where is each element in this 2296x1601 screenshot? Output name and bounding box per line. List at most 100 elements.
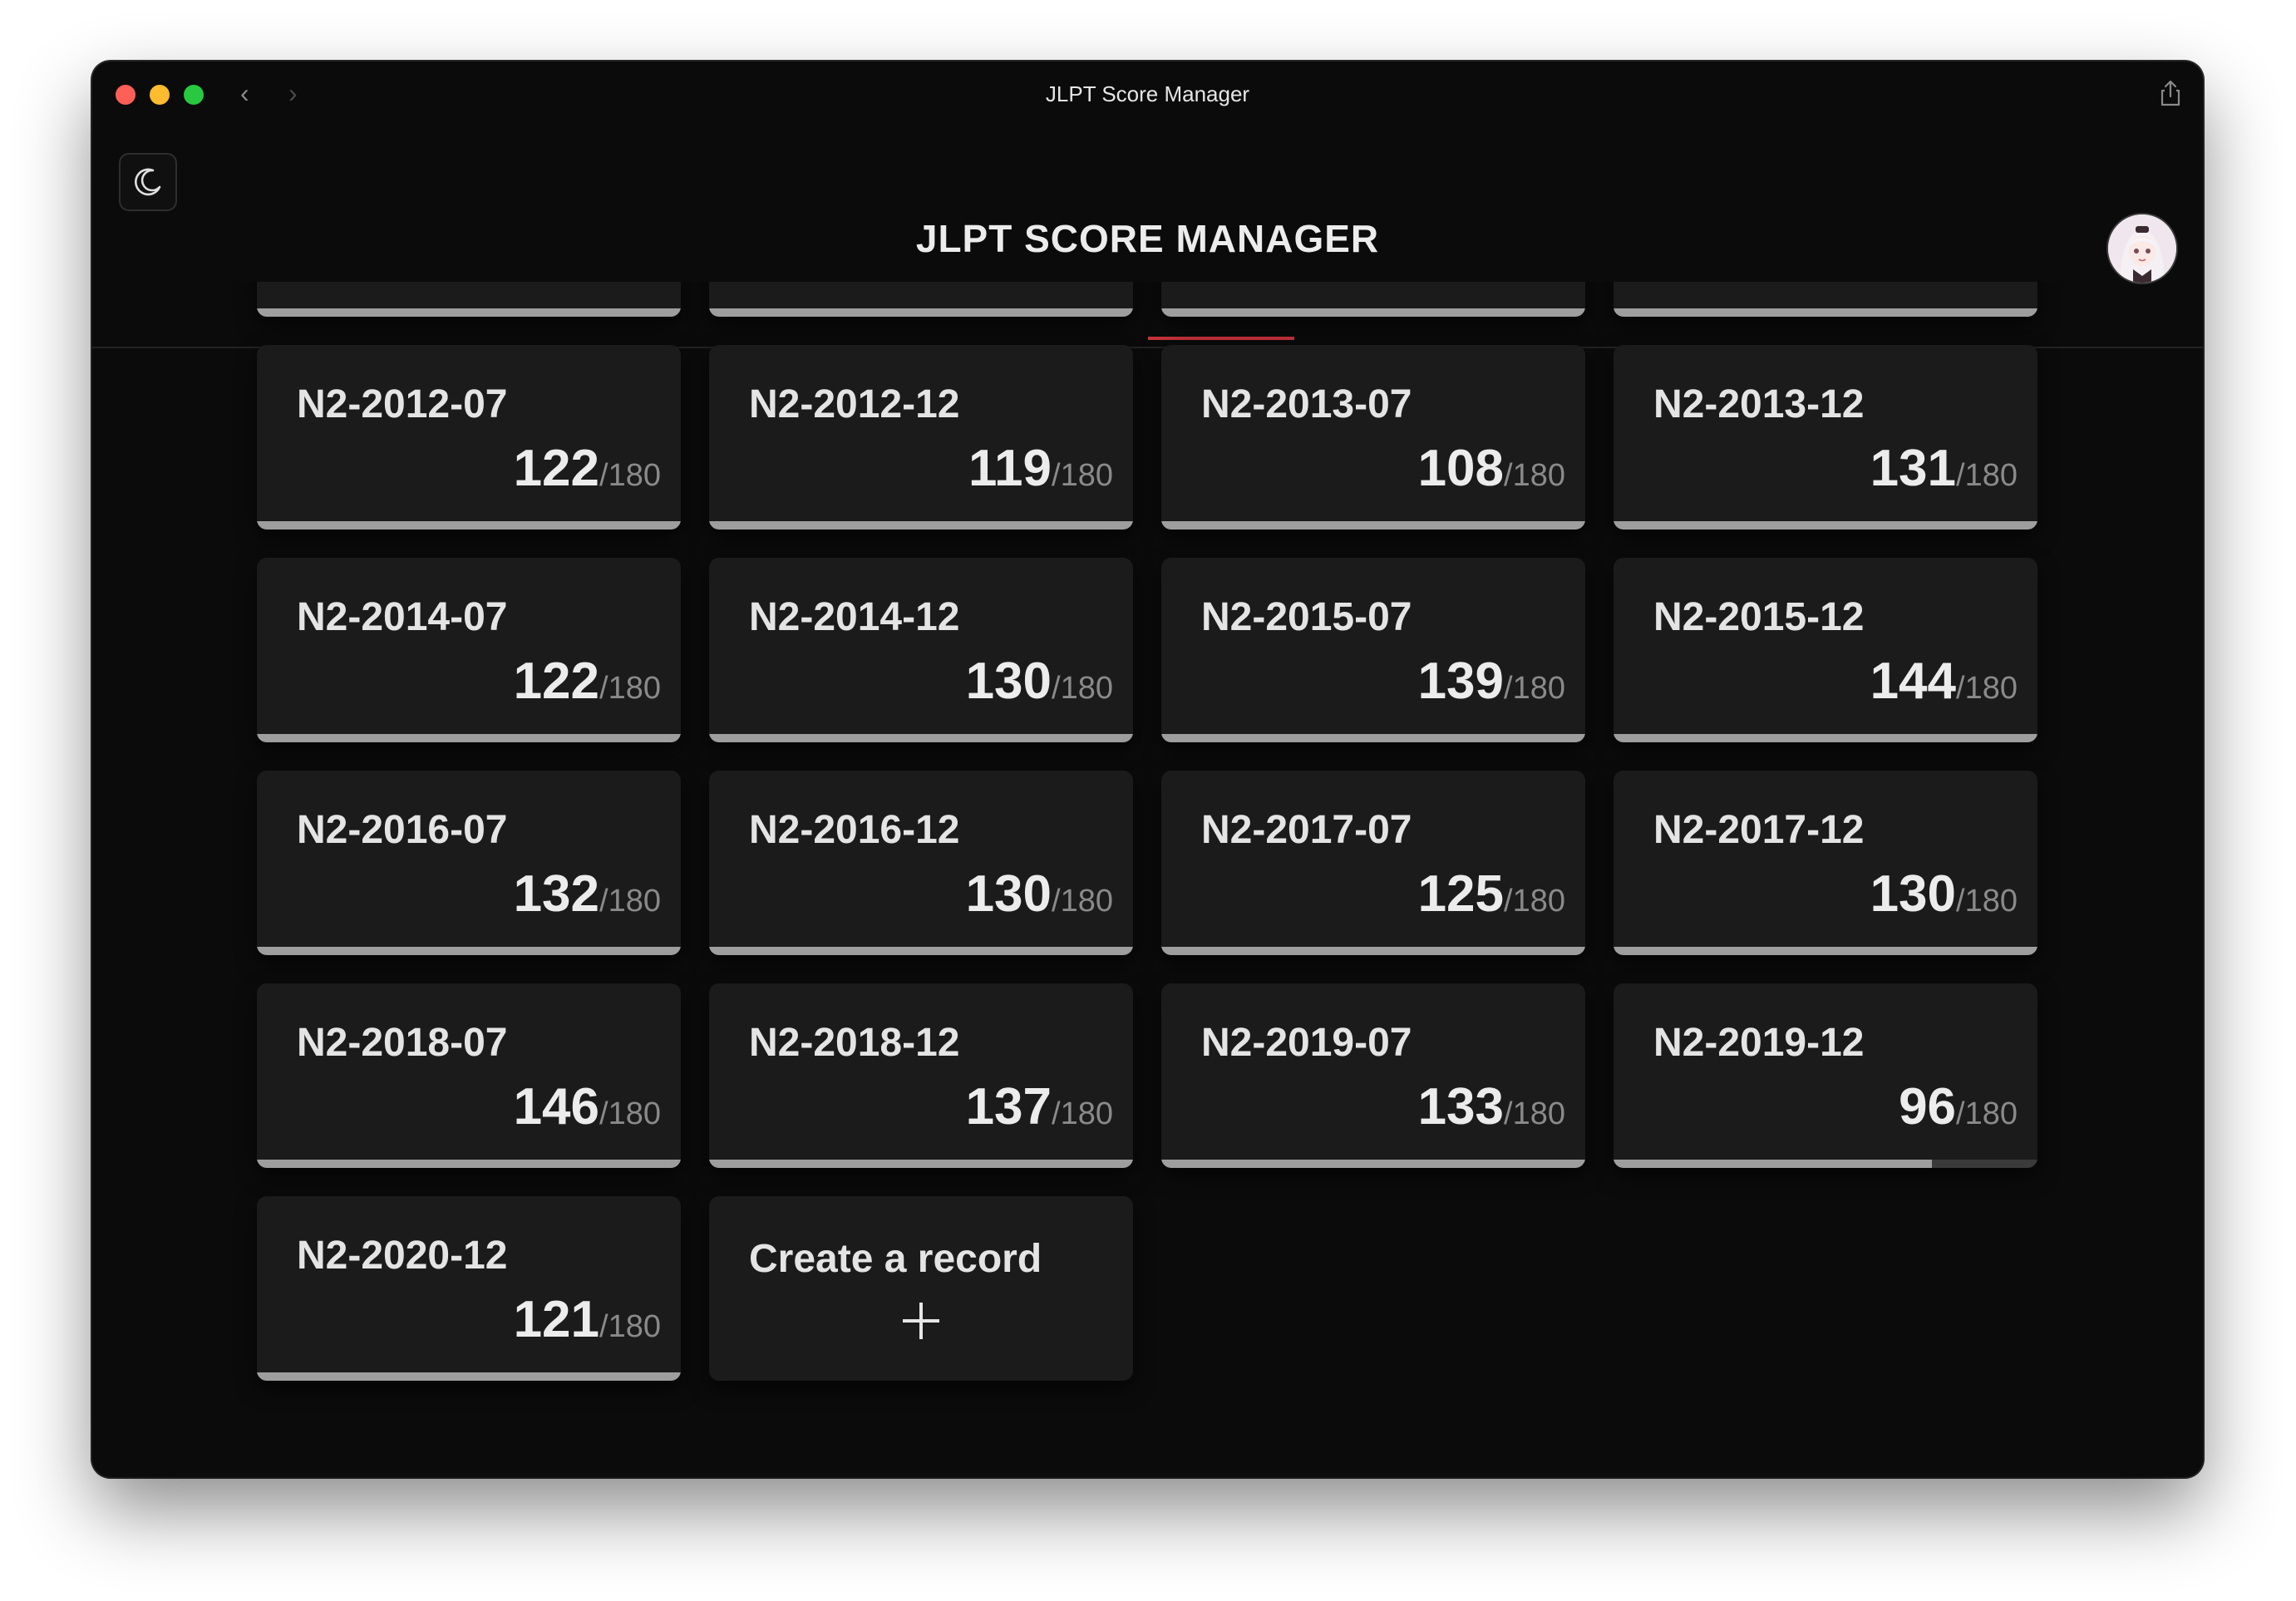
score-value: 130 <box>965 653 1052 710</box>
record-score: 133/180 <box>1418 1077 1565 1136</box>
score-progress-bar <box>1161 947 1585 955</box>
score-value: 96 <box>1899 1078 1957 1135</box>
record-score: 144/180 <box>1870 652 2018 711</box>
score-progress-fill <box>1614 947 2037 955</box>
score-max: /180 <box>599 884 661 919</box>
record-name: N2-2019-12 <box>1653 1021 1865 1065</box>
record-score: 108/180 <box>1418 439 1565 498</box>
score-card[interactable]: N2-2014-07 122/180 <box>257 558 681 742</box>
score-card[interactable]: N2-2012-07 122/180 <box>257 345 681 530</box>
score-card[interactable]: 115/180 <box>709 282 1133 317</box>
score-value: 108 <box>1417 440 1505 497</box>
record-score: 122/180 <box>514 652 661 711</box>
record-name: N2-2016-12 <box>749 808 960 852</box>
score-value: 113 <box>1873 282 1956 284</box>
avatar[interactable] <box>2106 213 2178 284</box>
score-progress-bar <box>1161 521 1585 530</box>
record-name: N2-2015-12 <box>1653 595 1865 639</box>
score-value: 122 <box>513 440 600 497</box>
record-grid: 116/180115/180134/180113/180N2-2012-0712… <box>257 282 2037 1381</box>
score-progress-fill <box>257 947 681 955</box>
score-progress-bar <box>257 521 681 530</box>
score-progress-fill <box>709 521 1133 530</box>
score-progress-bar <box>257 734 681 742</box>
create-record-label: Create a record <box>749 1237 1042 1281</box>
score-card[interactable]: N2-2012-12 119/180 <box>709 345 1133 530</box>
create-record-button[interactable]: Create a record <box>709 1196 1133 1381</box>
score-card[interactable]: 113/180 <box>1614 282 2037 317</box>
score-progress-fill <box>1614 308 2037 317</box>
score-max: /180 <box>1052 458 1113 493</box>
record-score: 125/180 <box>1418 865 1565 924</box>
score-progress-bar <box>709 308 1133 317</box>
score-progress-bar <box>1614 308 2037 317</box>
score-max: /180 <box>1504 458 1565 493</box>
score-value: 134 <box>1418 282 1504 284</box>
score-value: 144 <box>1870 653 1957 710</box>
record-score: 134/180 <box>1418 282 1565 285</box>
score-progress-fill <box>1614 521 2037 530</box>
share-icon[interactable] <box>2160 80 2181 106</box>
score-progress-fill <box>257 521 681 530</box>
score-value: 131 <box>1870 440 1957 497</box>
record-name: N2-2019-07 <box>1201 1021 1412 1065</box>
score-card[interactable]: N2-2014-12 130/180 <box>709 558 1133 742</box>
score-progress-bar <box>1161 734 1585 742</box>
plus-icon <box>903 1303 939 1339</box>
score-card[interactable]: N2-2013-07 108/180 <box>1161 345 1585 530</box>
score-card[interactable]: N2-2016-12 130/180 <box>709 771 1133 955</box>
score-progress-fill <box>257 1372 681 1381</box>
record-name: N2-2012-07 <box>297 382 508 426</box>
score-max: /180 <box>599 671 661 706</box>
score-card[interactable]: N2-2020-12 121/180 <box>257 1196 681 1381</box>
score-max: /180 <box>1956 1096 2018 1131</box>
app-window: ‹ › JLPT Score Manager JLPT SCORE MANAGE… <box>92 62 2203 1477</box>
record-score: 96/180 <box>1899 1077 2018 1136</box>
score-max: /180 <box>1052 671 1113 706</box>
score-progress-bar <box>1614 1160 2037 1168</box>
score-value: 116 <box>516 282 599 284</box>
theme-toggle-button[interactable] <box>119 153 177 211</box>
score-card[interactable]: 134/180 <box>1161 282 1585 317</box>
score-max: /180 <box>1052 884 1113 919</box>
score-value: 125 <box>1417 865 1505 923</box>
score-card[interactable]: 116/180 <box>257 282 681 317</box>
score-progress-bar <box>709 947 1133 955</box>
score-max: /180 <box>1956 884 2018 919</box>
record-score: 146/180 <box>514 1077 661 1136</box>
record-score: 130/180 <box>966 865 1113 924</box>
score-progress-bar <box>1161 1160 1585 1168</box>
record-name: N2-2018-12 <box>749 1021 960 1065</box>
score-card[interactable]: N2-2015-12 144/180 <box>1614 558 2037 742</box>
score-card[interactable]: N2-2016-07 132/180 <box>257 771 681 955</box>
score-card[interactable]: N2-2018-07 146/180 <box>257 983 681 1168</box>
score-max: /180 <box>1052 1096 1113 1131</box>
score-progress-fill <box>1161 521 1585 530</box>
score-progress-fill <box>257 734 681 742</box>
score-progress-bar <box>709 734 1133 742</box>
moon-icon <box>135 168 161 196</box>
record-score: 131/180 <box>1870 439 2018 498</box>
score-value: 130 <box>965 865 1052 923</box>
score-card[interactable]: N2-2017-07 125/180 <box>1161 771 1585 955</box>
score-value: 137 <box>965 1078 1052 1135</box>
score-progress-bar <box>257 1372 681 1381</box>
score-progress-fill <box>257 1160 681 1168</box>
record-score: 116/180 <box>516 282 661 285</box>
record-score: 113/180 <box>1873 282 2018 285</box>
score-value: 133 <box>1417 1078 1505 1135</box>
score-progress-fill <box>709 308 1133 317</box>
record-score: 122/180 <box>514 439 661 498</box>
score-max: /180 <box>1956 458 2018 493</box>
score-card[interactable]: N2-2018-12 137/180 <box>709 983 1133 1168</box>
score-card[interactable]: N2-2015-07 139/180 <box>1161 558 1585 742</box>
score-progress-bar <box>1161 308 1585 317</box>
title-bar: ‹ › JLPT Score Manager <box>92 62 2203 128</box>
score-progress-fill <box>1161 947 1585 955</box>
score-card[interactable]: N2-2019-12 96/180 <box>1614 983 2037 1168</box>
score-progress-bar <box>257 947 681 955</box>
score-card[interactable]: N2-2019-07 133/180 <box>1161 983 1585 1168</box>
score-card[interactable]: N2-2013-12 131/180 <box>1614 345 2037 530</box>
score-max: /180 <box>1504 671 1565 706</box>
score-card[interactable]: N2-2017-12 130/180 <box>1614 771 2037 955</box>
